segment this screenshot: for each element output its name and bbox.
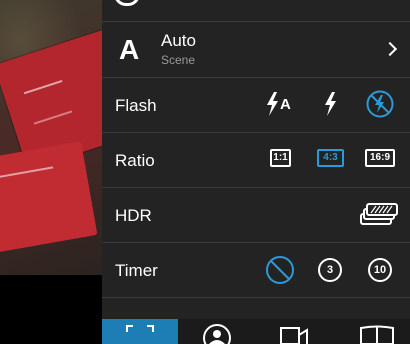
timer-10-button[interactable]: 10 xyxy=(368,258,392,282)
hdr-row: HDR xyxy=(102,188,410,243)
mode-tab-timeshift-icon[interactable] xyxy=(202,323,232,344)
camera-mode-bar xyxy=(102,319,410,344)
ratio-1-1-button[interactable]: 1:1 xyxy=(270,149,291,167)
viewfinder-bottom xyxy=(0,275,102,344)
hdr-toggle-icon[interactable] xyxy=(360,202,398,226)
flash-auto-icon[interactable]: A xyxy=(265,91,297,117)
svg-text:A: A xyxy=(280,96,291,113)
frame-icon xyxy=(126,325,154,332)
ratio-label: Ratio xyxy=(115,151,155,170)
chevron-right-icon xyxy=(382,41,398,57)
scene-subtitle: Scene xyxy=(161,53,196,67)
flash-label: Flash xyxy=(115,96,157,115)
timer-label: Timer xyxy=(115,261,158,280)
camera-settings-panel: A Auto Scene Flash A Ratio 1:1 4:3 16:9 … xyxy=(102,0,410,344)
hdr-label: HDR xyxy=(115,206,152,225)
flash-on-icon[interactable] xyxy=(322,91,338,117)
mode-tab-photo[interactable] xyxy=(102,319,178,344)
flash-off-icon[interactable] xyxy=(366,90,394,118)
scene-title: Auto xyxy=(161,31,196,50)
mode-tab-panorama-icon[interactable] xyxy=(360,325,394,344)
ratio-4-3-button[interactable]: 4:3 xyxy=(317,149,344,167)
camera-viewfinder[interactable] xyxy=(0,0,102,275)
ratio-16-9-button[interactable]: 16:9 xyxy=(365,149,395,167)
switch-camera-icon[interactable] xyxy=(114,0,140,6)
top-strip xyxy=(102,0,410,22)
ratio-row: Ratio 1:1 4:3 16:9 xyxy=(102,133,410,188)
viewfinder-red-card-2 xyxy=(0,141,98,254)
timer-off-icon[interactable] xyxy=(265,255,295,285)
timer-row: Timer 3 10 xyxy=(102,243,410,298)
flash-row: Flash A xyxy=(102,78,410,133)
scene-mode-icon: A xyxy=(119,34,140,65)
scene-row[interactable]: A Auto Scene xyxy=(102,22,410,78)
timer-3-button[interactable]: 3 xyxy=(318,258,342,282)
mode-tab-video-icon[interactable] xyxy=(280,326,308,344)
